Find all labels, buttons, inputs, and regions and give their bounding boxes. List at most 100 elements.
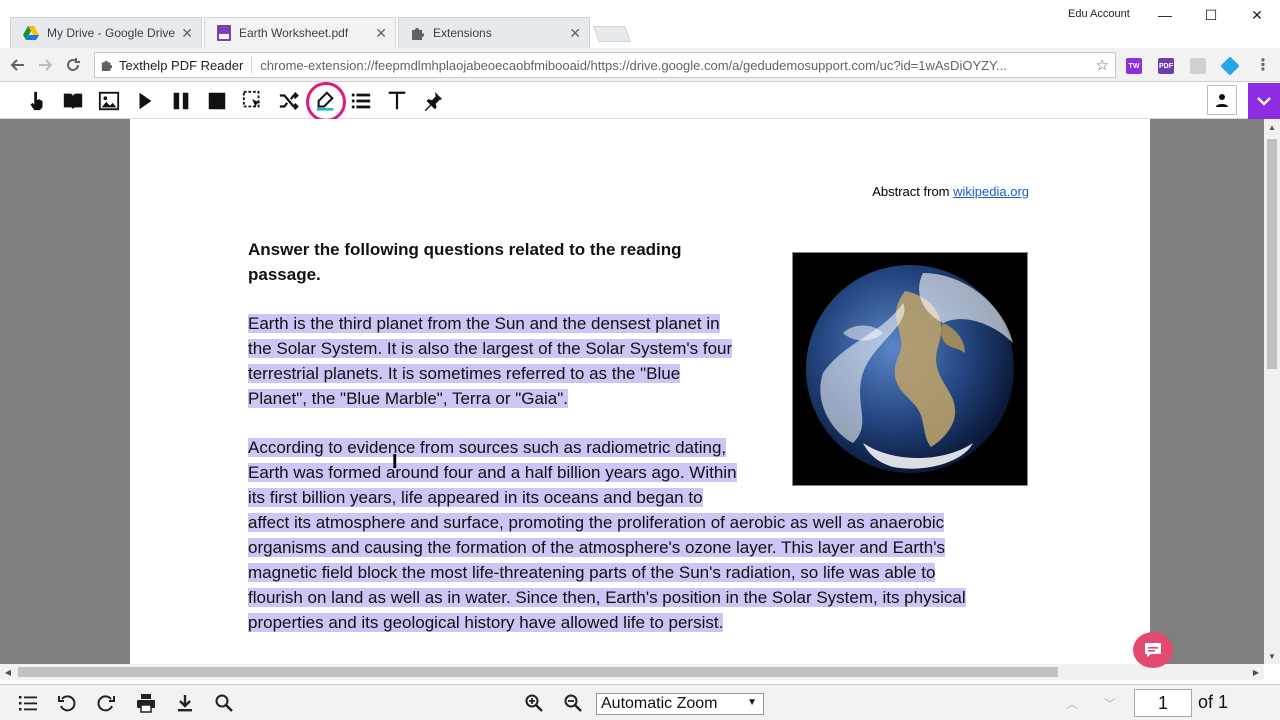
highlighted-line: terrestrial planets. It is sometimes ref…: [248, 364, 681, 383]
stop-icon[interactable]: [202, 86, 232, 116]
highlighted-line: affect its atmosphere and surface, promo…: [248, 513, 945, 532]
highlighted-line: Earth was formed around four and a half …: [248, 463, 737, 482]
page-number-input[interactable]: 1: [1134, 689, 1192, 717]
outline-list-icon[interactable]: [16, 691, 40, 715]
scroll-thumb[interactable]: [1267, 139, 1277, 369]
chevron-down-icon: [1257, 97, 1271, 106]
google-drive-icon: [23, 26, 39, 40]
zoom-out-icon[interactable]: [561, 691, 585, 715]
zoom-select-value: Automatic Zoom: [601, 695, 718, 712]
browser-title-bar: My Drive - Google Drive ✕ Earth Workshee…: [0, 0, 1280, 48]
back-button[interactable]: [7, 54, 29, 76]
tab-extensions[interactable]: Extensions ✕: [398, 17, 590, 48]
highlighted-line: properties and its geological history ha…: [248, 613, 724, 632]
site-chip[interactable]: Texthelp PDF Reader: [95, 56, 253, 74]
highlighted-line: its first billion years, life appeared i…: [248, 488, 703, 507]
extension-icon[interactable]: [1190, 58, 1206, 74]
next-page-icon[interactable]: ﹀: [1104, 695, 1116, 712]
minimize-button[interactable]: —: [1142, 0, 1188, 30]
dropdown-caret-icon: ▼: [747, 697, 757, 708]
close-icon[interactable]: ✕: [181, 26, 193, 40]
scroll-thumb[interactable]: [18, 667, 1058, 677]
diamond-extension-icon[interactable]: [1220, 56, 1240, 76]
pdf-bottom-toolbar: Automatic Zoom ▼ ︿ ﹀ 1 of 1: [0, 684, 1280, 720]
active-tool-highlight-ring: [306, 82, 346, 122]
tab-title: Extensions: [433, 26, 492, 40]
rotate-counterclockwise-icon[interactable]: [55, 691, 79, 715]
horizontal-scrollbar[interactable]: ◀ ▶: [0, 664, 1264, 680]
question-heading: Answer the following questions related t…: [248, 237, 758, 287]
highlighted-line: Planet", the "Blue Marble", Terra or "Ga…: [248, 389, 568, 408]
scroll-down-icon[interactable]: ▼: [1264, 648, 1280, 664]
earth-image: [792, 252, 1028, 486]
book-icon[interactable]: [58, 86, 88, 116]
download-icon[interactable]: [173, 691, 197, 715]
text-icon[interactable]: [382, 86, 412, 116]
rotate-clockwise-icon[interactable]: [94, 691, 118, 715]
puzzle-icon: [412, 28, 424, 40]
tab-title: My Drive - Google Drive: [47, 26, 176, 40]
omnibox[interactable]: Texthelp PDF Reader chrome-extension://f…: [94, 52, 1116, 78]
highlighted-line: magnetic field block the most life-threa…: [248, 563, 936, 582]
shuffle-icon[interactable]: [274, 86, 304, 116]
chat-button[interactable]: [1133, 632, 1173, 668]
image-icon[interactable]: [94, 86, 124, 116]
pin-icon[interactable]: [418, 86, 448, 116]
pdf-reader-extension-icon[interactable]: PDF: [1158, 58, 1174, 74]
question-line: passage.: [248, 265, 321, 284]
address-bar: Texthelp PDF Reader chrome-extension://f…: [0, 48, 1280, 82]
wikipedia-link[interactable]: wikipedia.org: [953, 184, 1029, 199]
pdf-page: Abstract from wikipedia.org Answer the f…: [130, 119, 1150, 664]
pdf-viewer[interactable]: Abstract from wikipedia.org Answer the f…: [0, 119, 1264, 664]
url-text[interactable]: chrome-extension://feepmdlmhplaojabeoeca…: [252, 58, 1072, 73]
print-icon[interactable]: [134, 691, 158, 715]
pdf-icon: [217, 25, 231, 41]
reload-button[interactable]: [62, 54, 84, 76]
zoom-select[interactable]: Automatic Zoom ▼: [596, 693, 764, 715]
vertical-scrollbar[interactable]: ▲ ▼: [1264, 119, 1280, 664]
texthelp-extension-icon[interactable]: TW: [1126, 58, 1142, 74]
forward-arrow-icon: [39, 59, 53, 71]
tab-earth-worksheet[interactable]: Earth Worksheet.pdf ✕: [204, 17, 396, 48]
hand-pointer-icon[interactable]: [22, 86, 52, 116]
chrome-menu-icon[interactable]: ⋮: [1252, 54, 1274, 76]
scroll-up-icon[interactable]: ▲: [1264, 119, 1280, 135]
list-icon[interactable]: [346, 86, 376, 116]
tab-google-drive[interactable]: My Drive - Google Drive ✕: [10, 17, 202, 48]
search-icon[interactable]: [212, 691, 236, 715]
account-label[interactable]: Edu Account: [1068, 8, 1130, 20]
abstract-source: Abstract from wikipedia.org: [872, 184, 1029, 199]
reload-icon: [67, 58, 80, 71]
maximize-button[interactable]: ☐: [1188, 0, 1234, 30]
toolbar-collapse-button[interactable]: [1248, 83, 1280, 119]
person-icon: [1216, 94, 1228, 107]
screen-selection-icon[interactable]: [238, 86, 268, 116]
scroll-right-icon[interactable]: ▶: [1248, 664, 1264, 680]
pause-icon[interactable]: [166, 86, 196, 116]
paragraph-1: Earth is the third planet from the Sun a…: [248, 311, 733, 411]
texthelp-toolbar: [0, 83, 1280, 119]
forward-button[interactable]: [34, 54, 56, 76]
previous-page-icon[interactable]: ︿: [1066, 695, 1078, 712]
highlighted-line: Earth is the third planet from the Sun a…: [248, 314, 720, 333]
new-tab-button[interactable]: [593, 26, 631, 42]
back-arrow-icon: [10, 59, 24, 71]
close-icon[interactable]: ✕: [569, 26, 581, 40]
highlighted-line: organisms and causing the formation of t…: [248, 538, 945, 557]
chat-bubble-icon: [1145, 643, 1161, 657]
zoom-in-icon[interactable]: [522, 691, 546, 715]
highlighted-line: the Solar System. It is also the largest…: [248, 339, 733, 358]
page-total: of 1: [1198, 692, 1229, 712]
site-chip-label: Texthelp PDF Reader: [119, 57, 244, 73]
window-close-button[interactable]: ✕: [1234, 0, 1280, 30]
text-cursor-icon: I: [392, 451, 398, 473]
bookmark-star-icon[interactable]: ☆: [1096, 56, 1109, 74]
profile-button[interactable]: [1207, 85, 1237, 115]
close-icon[interactable]: ✕: [375, 26, 387, 40]
highlighted-line: According to evidence from sources such …: [248, 438, 727, 457]
highlighted-line: flourish on land as well as in water. Si…: [248, 588, 966, 607]
scroll-left-icon[interactable]: ◀: [0, 664, 16, 680]
puzzle-icon: [101, 60, 113, 71]
question-line: Answer the following questions related t…: [248, 240, 682, 259]
play-icon[interactable]: [130, 86, 160, 116]
